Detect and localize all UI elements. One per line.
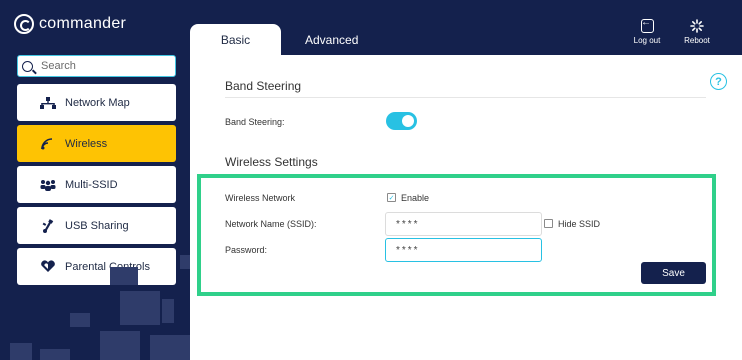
tab-basic[interactable]: Basic [190,24,281,55]
decorative-block [100,331,140,360]
search-input[interactable] [41,60,161,72]
logout-label: Log out [633,36,661,45]
band-steering-title: Band Steering [225,79,302,93]
decorative-block [180,255,190,269]
enable-label: Enable [401,193,430,203]
decorative-block [110,267,138,285]
sidebar-item-parental-controls[interactable]: Parental Controls [17,248,176,285]
band-steering-toggle[interactable] [386,112,417,130]
decorative-block [70,313,90,327]
logout-button[interactable]: Log out [622,16,672,45]
wireless-network-label: Wireless Network [225,193,296,203]
sidebar-item-label: USB Sharing [65,219,129,232]
wifi-icon [37,137,59,150]
decorative-block [10,343,32,360]
top-bar: commander Basic Advanced Log out [0,0,742,55]
hide-ssid-checkbox[interactable] [544,219,553,228]
brand-logo[interactable]: commander [14,14,126,34]
sidebar-item-label: Wireless [65,137,108,150]
help-icon[interactable]: ? [710,73,727,90]
sidebar: Network Map Wireless Multi-SSID USB Shar… [0,55,190,360]
section-divider [225,97,706,98]
sidebar-item-usb-sharing[interactable]: USB Sharing [17,207,176,244]
reboot-button[interactable]: Reboot [672,16,722,45]
sidebar-item-label: Multi-SSID [65,178,118,191]
sidebar-item-wireless[interactable]: Wireless [17,125,176,162]
password-label: Password: [225,245,268,255]
reboot-label: Reboot [684,36,710,45]
ssid-label: Network Name (SSID): [225,219,317,229]
password-input[interactable] [385,238,542,262]
wireless-settings-title: Wireless Settings [225,155,318,169]
decorative-block [120,291,160,325]
ssid-input[interactable] [385,212,542,236]
usb-icon [37,218,59,233]
search-box[interactable] [17,55,176,77]
reboot-icon [690,19,704,33]
sidebar-item-multi-ssid[interactable]: Multi-SSID [17,166,176,203]
sidebar-item-network-map[interactable]: Network Map [17,84,176,121]
enable-checkbox[interactable]: ✓ [387,193,396,202]
save-button[interactable]: Save [641,262,706,284]
main-content: ? Band Steering Band Steering: Wireless … [190,55,742,360]
tab-advanced[interactable]: Advanced [281,24,358,55]
commander-logo-icon [14,14,34,34]
brand-name: commander [39,15,127,32]
search-icon [22,60,33,72]
sidebar-item-label: Network Map [65,96,130,109]
multi-ssid-icon [37,179,59,191]
tab-bar: Basic Advanced [190,24,358,55]
logout-icon [640,19,654,33]
decorative-block [40,349,70,360]
heart-shield-icon [37,260,59,273]
band-steering-label: Band Steering: [225,117,285,127]
network-map-icon [37,96,59,109]
decorative-block [150,335,190,360]
decorative-block [162,299,174,323]
hide-ssid-label: Hide SSID [558,219,601,229]
